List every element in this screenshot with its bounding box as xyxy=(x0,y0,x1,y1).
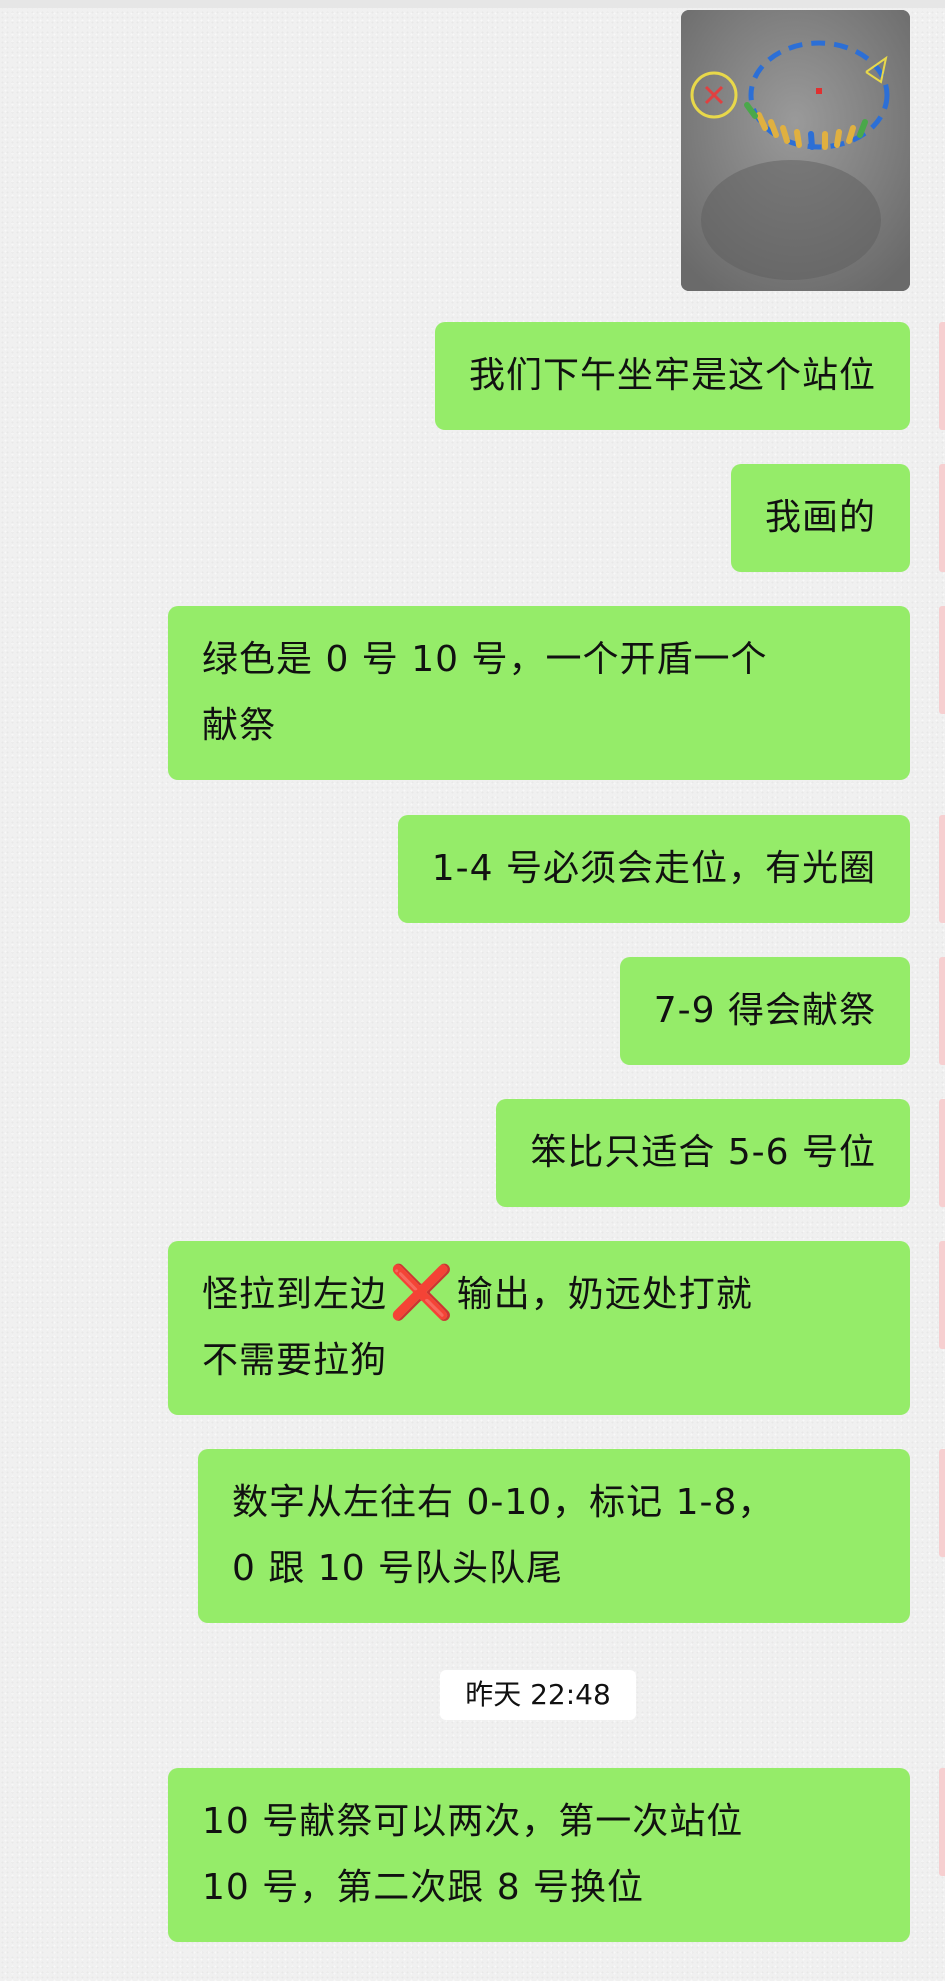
message-bubble[interactable]: 我画的 xyxy=(730,464,910,572)
message-bubble[interactable]: 10 号献祭可以两次，第一次站位 10 号，第二次跟 8 号换位 xyxy=(168,1768,910,1942)
image-message[interactable] xyxy=(681,10,910,291)
timestamp-badge: 昨天 22:48 xyxy=(440,1670,636,1720)
message-bubble[interactable]: 1-4 号必须会走位，有光圈 xyxy=(397,815,910,923)
avatar[interactable] xyxy=(939,1241,945,1349)
message-bubble[interactable]: 怪拉到左边❌输出，奶远处打就 不需要拉狗 xyxy=(168,1241,910,1415)
message-text: 7-9 得会献祭 xyxy=(653,990,876,1031)
avatar[interactable] xyxy=(939,1768,945,1876)
top-divider xyxy=(0,0,945,8)
avatar[interactable] xyxy=(939,815,945,923)
message-text-fragment: 怪拉到左边 xyxy=(202,1274,388,1315)
message-text: 我画的 xyxy=(764,497,876,538)
red-cross-icon: ❌ xyxy=(389,1263,455,1323)
avatar[interactable] xyxy=(939,957,945,1065)
avatar[interactable] xyxy=(939,1449,945,1557)
avatar[interactable] xyxy=(939,464,945,572)
message-text-line: 不需要拉狗 xyxy=(202,1340,388,1381)
message-text-line: 数字从左往右 0-10，标记 1-8， xyxy=(232,1482,775,1523)
message-bubble[interactable]: 7-9 得会献祭 xyxy=(619,957,910,1065)
avatar[interactable] xyxy=(939,1099,945,1207)
avatar[interactable] xyxy=(939,322,945,430)
message-text-line: 怪拉到左边❌输出，奶远处打就 xyxy=(202,1262,876,1328)
message-text-line: 0 跟 10 号队头队尾 xyxy=(232,1548,564,1589)
message-text-line: 献祭 xyxy=(202,705,277,746)
message-text: 我们下午坐牢是这个站位 xyxy=(468,355,876,396)
drawn-formation-diagram-icon xyxy=(681,10,910,291)
message-bubble[interactable]: 笨比只适合 5-6 号位 xyxy=(496,1099,910,1207)
message-bubble[interactable]: 绿色是 0 号 10 号，一个开盾一个 献祭 xyxy=(168,606,910,780)
avatar[interactable] xyxy=(939,606,945,714)
message-text-line: 10 号，第二次跟 8 号换位 xyxy=(202,1867,645,1908)
message-text-line: 绿色是 0 号 10 号，一个开盾一个 xyxy=(202,639,768,680)
message-bubble[interactable]: 我们下午坐牢是这个站位 xyxy=(434,322,910,430)
message-text-fragment: 输出，奶远处打就 xyxy=(456,1274,753,1315)
message-text: 笨比只适合 5-6 号位 xyxy=(530,1132,876,1173)
message-bubble[interactable]: 数字从左往右 0-10，标记 1-8， 0 跟 10 号队头队尾 xyxy=(198,1449,910,1623)
message-text-line: 10 号献祭可以两次，第一次站位 xyxy=(202,1801,744,1842)
message-text: 1-4 号必须会走位，有光圈 xyxy=(431,848,876,889)
